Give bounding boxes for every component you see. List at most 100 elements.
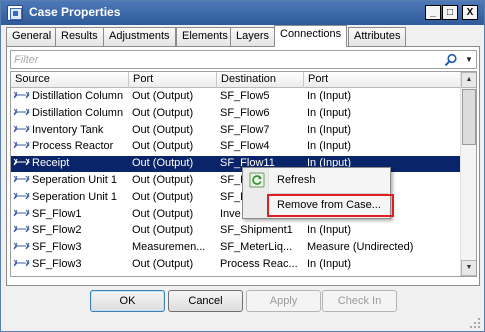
cell-destination: SF_Flow5 xyxy=(220,90,270,102)
ok-button[interactable]: OK xyxy=(90,290,165,312)
vertical-scrollbar[interactable]: ▲ ▼ xyxy=(460,72,476,276)
connection-icon xyxy=(13,209,30,216)
cell-source: Process Reactor xyxy=(11,139,129,155)
tab-adjustments[interactable]: Adjustments xyxy=(103,27,176,46)
cancel-button[interactable]: Cancel xyxy=(168,290,243,312)
menu-item-refresh[interactable]: Refresh xyxy=(244,170,389,191)
cell-text: Distillation Column xyxy=(32,106,124,119)
table-row[interactable]: SF_Flow3 Measuremen... SF_MeterLiq... Measu… xyxy=(11,240,460,256)
connection-icon xyxy=(13,108,30,116)
tab-attributes[interactable]: Attributes xyxy=(348,27,407,46)
cell-destination: SF_MeterLiq... xyxy=(220,241,293,254)
connection-icon xyxy=(13,91,30,99)
cell-port-2: In (Input) xyxy=(307,258,352,270)
cell-source: Inventory Tank xyxy=(11,123,129,139)
cell-text: SF_Flow3 xyxy=(32,241,82,254)
cell-text: SF_Flow1 xyxy=(32,207,82,220)
table-row[interactable]: Seperation Unit 1 Out (Output) SF_F xyxy=(11,173,460,189)
tab-general[interactable]: General xyxy=(6,27,58,46)
column-header-source[interactable]: Source xyxy=(11,72,129,88)
tab-elements[interactable]: Elements xyxy=(176,27,234,46)
cell-text: Inventory Tank xyxy=(32,123,104,136)
cell-source: Distillation Column xyxy=(11,106,129,122)
connection-icon xyxy=(13,192,30,200)
cell-port: Measuremen... xyxy=(132,241,206,254)
cell-port-2: Measure (Undirected) xyxy=(307,241,414,254)
maximize-button[interactable]: □ xyxy=(442,5,458,20)
connection-icon xyxy=(13,125,30,132)
cell-port: Out (Output) xyxy=(132,90,194,102)
column-header-destination[interactable]: Destination xyxy=(217,72,304,88)
cell-source: SF_Flow2 xyxy=(11,223,129,239)
cell-port: Out (Output) xyxy=(132,106,194,119)
cell-port: Out (Output) xyxy=(132,123,194,136)
cell-port: Out (Output) xyxy=(132,140,194,153)
cell-text: SF_Flow3 xyxy=(32,258,82,270)
cell-destination: SF_Shipment1 xyxy=(220,224,293,237)
title-bar[interactable]: Case Properties _ □ X xyxy=(1,1,484,25)
cell-text: Distillation Column xyxy=(32,90,124,102)
scroll-down-icon[interactable]: ▼ xyxy=(461,260,476,276)
cell-destination: SF_Flow4 xyxy=(220,140,270,153)
resize-grip-icon[interactable] xyxy=(469,317,481,329)
scroll-up-icon[interactable]: ▲ xyxy=(461,72,476,88)
cell-source: Distillation Column xyxy=(11,89,129,105)
table-header: Source Port Destination Port xyxy=(11,72,460,88)
cell-text: SF_Flow2 xyxy=(32,224,82,237)
window-title: Case Properties xyxy=(29,5,121,19)
close-button[interactable]: X xyxy=(462,5,478,20)
table-row[interactable]: Distillation Column Out (Output) SF_Flow5 I… xyxy=(11,89,460,105)
connection-icon xyxy=(13,259,30,267)
apply-button[interactable]: Apply xyxy=(246,290,321,312)
connection-icon xyxy=(13,158,30,166)
table-row[interactable]: Distillation Column Out (Output) SF_Flow6 I… xyxy=(11,106,460,122)
cell-text: Process Reactor xyxy=(32,140,114,153)
cell-port-2: In (Input) xyxy=(307,123,352,136)
cell-port: Out (Output) xyxy=(132,174,194,186)
cell-source: Receipt xyxy=(11,156,129,172)
cell-port: Out (Output) xyxy=(132,258,194,270)
cell-source: SF_Flow3 xyxy=(11,240,129,256)
scroll-thumb[interactable] xyxy=(462,89,476,145)
cell-source: Seperation Unit 1 xyxy=(11,190,129,206)
cell-port: Out (Output) xyxy=(132,224,194,237)
tab-layers[interactable]: Layers xyxy=(230,27,276,46)
table-row[interactable]: Receipt Out (Output) SF_Flow11 In (Input) xyxy=(11,156,460,173)
minimize-button[interactable]: _ xyxy=(425,5,441,20)
check-in-button[interactable]: Check In xyxy=(322,290,397,312)
cell-text: Receipt xyxy=(32,157,70,170)
cell-source: SF_Flow3 xyxy=(11,257,129,273)
menu-item-refresh-label: Refresh xyxy=(277,174,316,186)
cell-port-2: In (Input) xyxy=(307,224,352,237)
cell-destination: Process Reac... xyxy=(220,258,298,270)
case-properties-icon xyxy=(7,5,23,21)
cell-port: Out (Output) xyxy=(132,157,194,170)
search-icon[interactable] xyxy=(444,53,458,67)
table-row[interactable]: Process Reactor Out (Output) SF_Flow4 In (I… xyxy=(11,139,460,155)
cell-source: SF_Flow1 xyxy=(11,207,129,223)
cell-port: Out (Output) xyxy=(132,190,194,203)
cell-destination: SF_Flow7 xyxy=(220,123,270,136)
tab-connections[interactable]: Connections xyxy=(274,25,348,47)
table-row[interactable]: SF_Flow3 Out (Output) Process Reac... In (I… xyxy=(11,257,460,273)
column-header-port-2[interactable]: Port xyxy=(304,72,460,88)
cell-destination: SF_Flow6 xyxy=(220,106,270,119)
cell-source: Seperation Unit 1 xyxy=(11,173,129,189)
connection-icon xyxy=(13,175,30,183)
cell-text: Seperation Unit 1 xyxy=(32,174,117,186)
cell-port: Out (Output) xyxy=(132,207,194,220)
connection-icon xyxy=(13,142,30,149)
highlight-box xyxy=(267,194,394,217)
case-properties-window: Case Properties _ □ X General Results Ad… xyxy=(0,0,485,332)
filter-input[interactable] xyxy=(12,52,432,67)
filter-dropdown-icon[interactable]: ▼ xyxy=(462,51,476,68)
refresh-icon xyxy=(249,172,265,188)
column-header-port[interactable]: Port xyxy=(129,72,217,88)
connection-icon xyxy=(13,242,30,250)
table-row[interactable]: Inventory Tank Out (Output) SF_Flow7 In (In… xyxy=(11,123,460,139)
cell-text: Seperation Unit 1 xyxy=(32,190,117,203)
cell-port-2: In (Input) xyxy=(307,140,352,153)
table-row[interactable]: SF_Flow2 Out (Output) SF_Shipment1 In (Inpu… xyxy=(11,223,460,239)
filter-box: ▼ xyxy=(10,50,477,69)
tab-results[interactable]: Results xyxy=(55,27,104,46)
